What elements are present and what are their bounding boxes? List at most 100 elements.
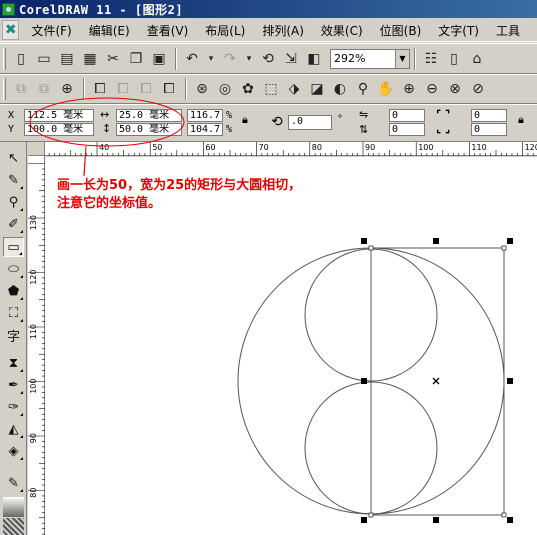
pattern-fill-icon[interactable] [3,518,24,535]
corner-top-right-field[interactable]: 0 [471,109,507,122]
shadow-icon[interactable]: ◪ [306,78,328,100]
options-icon[interactable]: ☷ [420,48,442,70]
menu-tools[interactable]: 工具 [496,22,520,39]
open-file-icon[interactable]: ▭ [33,48,55,70]
rotate-icon[interactable]: ⟲ [271,114,283,130]
corner-bottom-right-field[interactable]: 0 [471,123,507,136]
envelope-icon[interactable]: ⬚ [260,78,282,100]
outline-tool-icon[interactable]: ✑ [3,397,24,417]
mirror-vertical-icon[interactable]: ⇅ [359,123,368,136]
rectangle-tool-icon[interactable]: ▭ [3,237,24,257]
lock-corners-icon[interactable]: 🔒︎ [518,113,524,127]
interactive-fill-tool-icon[interactable]: ◈ [3,441,24,461]
interactive-blend-tool-icon[interactable]: ⧗ [3,353,24,373]
ellipse-tool-icon[interactable]: ⬭ [3,259,24,279]
undo-dropdown-icon[interactable]: ▾ [204,48,218,70]
drawing-canvas[interactable] [45,157,537,535]
distort-icon[interactable]: ✿ [237,78,259,100]
menu-effects[interactable]: 效果(C) [321,22,363,39]
text-tool-icon[interactable]: 字 [3,325,24,345]
rotation-angle-field[interactable]: .0 [288,115,332,130]
trim-icon[interactable]: ⧠ [112,78,134,100]
import-icon[interactable]: ⟲ [257,48,279,70]
handle-top-left[interactable] [361,238,367,244]
cut-icon[interactable]: ✂ [102,48,124,70]
scale-y-field[interactable]: 104.7 [187,123,223,136]
chevron-down-icon[interactable]: ▼ [395,49,409,68]
zoom-in-icon[interactable]: ⊕ [398,78,420,100]
export-icon[interactable]: ⇲ [280,48,302,70]
vertical-ruler[interactable]: 130 120 110 100 90 80 [28,156,45,535]
mirror-horizontal-icon[interactable]: ⇋ [359,108,368,121]
zoom-selected-icon[interactable]: ⊗ [444,78,466,100]
menu-layout[interactable]: 布局(L) [205,22,245,39]
save-icon[interactable]: ▤ [56,48,78,70]
zoom-tool-icon[interactable]: ⚲ [3,192,24,212]
gradient-fill-icon[interactable] [3,497,24,517]
handle-middle-right[interactable] [507,378,513,384]
corner-top-left-field[interactable]: 0 [389,109,425,122]
width-field[interactable]: 25.0 毫米 [116,109,182,122]
height-field[interactable]: 50.0 毫米 [116,123,182,136]
toolbar-grip[interactable] [3,47,6,70]
extrude-icon[interactable]: ⬗ [283,78,305,100]
target-icon[interactable]: ⊕ [56,78,78,100]
ungroup-icon[interactable]: ⧉ [33,78,55,100]
selected-rectangle[interactable] [370,247,505,516]
pen-tool-icon[interactable]: ✎ [3,473,24,493]
ruler-origin[interactable] [28,142,45,156]
corner-bottom-left-field[interactable]: 0 [389,123,425,136]
handle-top-right[interactable] [507,238,513,244]
pick-tool-icon[interactable]: ↖ [3,148,24,168]
shape-tool-icon[interactable]: ✎ [3,170,24,190]
handle-bottom-center[interactable] [433,517,439,523]
paste-icon[interactable]: ▣ [148,48,170,70]
eyedropper-tool-icon[interactable]: ✒ [3,375,24,395]
menu-file[interactable]: 文件(F) [31,22,71,39]
lens-icon[interactable]: ⚲ [352,78,374,100]
handle-bottom-left[interactable] [361,517,367,523]
copy-icon[interactable]: ❐ [125,48,147,70]
menu-view[interactable]: 查看(V) [147,22,189,39]
zoom-level-select[interactable]: 292% ▼ [330,48,410,69]
page-icon[interactable]: ▯ [443,48,465,70]
menu-bitmaps[interactable]: 位图(B) [380,22,422,39]
weld-icon[interactable]: ⧠ [89,78,111,100]
redo-dropdown-icon[interactable]: ▾ [242,48,256,70]
group-icon[interactable]: ⧉ [10,78,32,100]
undo-icon[interactable]: ↶ [181,48,203,70]
basic-shapes-tool-icon[interactable]: ⛶ [3,303,24,323]
center-marker-icon[interactable] [432,377,440,385]
menu-edit[interactable]: 编辑(E) [89,22,130,39]
simplify-icon[interactable]: ⧠ [158,78,180,100]
contour-icon[interactable]: ◎ [214,78,236,100]
new-file-icon[interactable]: ▯ [10,48,32,70]
toolbar-grip[interactable] [3,78,6,100]
polygon-tool-icon[interactable]: ⬟ [3,281,24,301]
freehand-tool-icon[interactable]: ✐ [3,214,24,234]
menu-text[interactable]: 文字(T) [438,22,479,39]
horizontal-ruler[interactable]: 40 50 60 70 80 90 100 110 120 [45,142,537,156]
hand-icon[interactable]: ✋ [375,78,397,100]
menu-arrange[interactable]: 排列(A) [262,22,304,39]
coreldraw-logo-icon[interactable]: ✖ [2,20,20,40]
x-position-field[interactable]: 112.5 毫米 [24,109,94,122]
y-position-field[interactable]: 100.0 毫米 [24,123,94,136]
corel-online-icon[interactable]: ⌂ [466,48,488,70]
redo-icon[interactable]: ↷ [219,48,241,70]
handle-middle-left[interactable] [361,378,367,384]
handle-bottom-right[interactable] [507,517,513,523]
zoom-out-icon[interactable]: ⊖ [421,78,443,100]
blend-icon[interactable]: ⊛ [191,78,213,100]
coreldraw-window: CorelDRAW 11 - [图形2] ✖ 文件(F) 编辑(E) 查看(V)… [0,0,537,535]
intersect-icon[interactable]: ⧠ [135,78,157,100]
print-icon[interactable]: ▦ [79,48,101,70]
fill-tool-icon[interactable]: ◭ [3,419,24,439]
handle-top-center[interactable] [433,238,439,244]
zoom-page-icon[interactable]: ⊘ [467,78,489,100]
drawing-area[interactable] [45,157,537,535]
lock-ratio-icon[interactable]: 🔒︎ [242,113,248,127]
application-launcher-icon[interactable]: ◧ [303,48,325,70]
transparency-icon[interactable]: ◐ [329,78,351,100]
scale-x-field[interactable]: 116.7 [187,109,223,122]
